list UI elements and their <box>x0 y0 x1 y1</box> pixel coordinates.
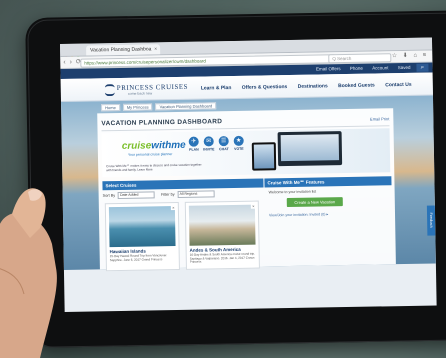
promo-description: Cruise With Me℠ makes it easy to discuss… <box>106 162 202 172</box>
nav-destinations[interactable]: Destinations <box>298 83 328 90</box>
tablet-illustration-screen <box>253 144 275 169</box>
plan-icon: ✈ <box>188 136 199 147</box>
hand <box>0 188 57 358</box>
breadcrumb-current: Vacation Planning Dashboard <box>155 102 217 111</box>
cruise-card-image[interactable] <box>108 206 176 248</box>
step-invite-label: INVITE <box>203 147 215 152</box>
feature-steps: ✈ PLAN ✉ INVITE ☰ CHAT ★ VOTE <box>188 135 248 156</box>
tablet-screen: Vacation Planning Dashboa × ‹ › ⟳ https:… <box>60 37 437 312</box>
nav-offers[interactable]: Offers & Questions <box>242 84 288 91</box>
breadcrumb-my-princess[interactable]: My Princess <box>122 103 153 111</box>
page-title: VACATION PLANNING DASHBOARD <box>101 118 223 128</box>
main-nav: Learn & Plan Offers & Questions Destinat… <box>201 82 421 92</box>
sort-select[interactable]: Date Added <box>118 191 156 200</box>
cruise-card[interactable]: × Hawaiian Islands 15-Day Hawaii Round T… <box>104 201 180 272</box>
dashboard-panel: VACATION PLANNING DASHBOARD Email Print … <box>97 108 396 272</box>
cruise-filters: Sort By Date Added Filter by All Regions <box>102 190 221 200</box>
create-vacation-button[interactable]: Create a New Vacation <box>286 197 343 208</box>
browser-toolbar-icons[interactable]: ☆ ⬇ ⌂ ≡ <box>392 52 429 60</box>
remove-card-icon[interactable]: × <box>170 205 176 211</box>
logo-word-cruise: cruise <box>121 140 152 152</box>
step-invite: ✉ INVITE <box>203 136 215 152</box>
laptop-illustration <box>277 131 343 167</box>
filter-select[interactable]: All Regions <box>177 190 215 198</box>
nav-contact[interactable]: Contact Us <box>385 82 412 88</box>
email-offers-link[interactable]: Email Offers <box>316 66 341 71</box>
view-invitations-link[interactable]: View/Join your invitation: Invited (0) ▸ <box>269 212 328 217</box>
logo-tagline: come back new <box>127 91 153 96</box>
nav-booked-guests[interactable]: Booked Guests <box>338 83 375 90</box>
cruise-card-image[interactable] <box>188 204 256 246</box>
vote-icon: ★ <box>233 135 244 146</box>
saved-link[interactable]: Saved <box>398 65 411 70</box>
cruise-card[interactable]: × Andes & South America 16-Day Andes & S… <box>184 200 260 270</box>
invite-icon: ✉ <box>203 136 214 147</box>
email-print-links[interactable]: Email Print <box>370 116 389 121</box>
feedback-tab[interactable]: Feedback <box>426 205 436 236</box>
features-heading: Cruise With Me℠ Features <box>264 176 392 188</box>
cruise-with-me-banner: cruisewithme Your personal cruise planne… <box>101 128 391 178</box>
step-plan-label: PLAN <box>189 147 199 152</box>
chat-icon: ☰ <box>218 136 229 147</box>
features-welcome-text: Welcome to your invitation list <box>268 189 317 195</box>
browser-tab-title: Vacation Planning Dashboa <box>90 46 152 54</box>
remove-card-icon[interactable]: × <box>250 203 256 209</box>
princess-wave-icon <box>104 84 115 97</box>
cruise-card-details: 16-Day Andes & South America cruise roun… <box>189 251 255 264</box>
step-vote-label: VOTE <box>234 146 244 151</box>
browser-tab[interactable]: Vacation Planning Dashboa × <box>86 44 161 56</box>
step-chat-label: CHAT <box>219 147 229 152</box>
account-link[interactable]: Account <box>372 65 388 70</box>
breadcrumb-home[interactable]: Home <box>101 103 120 112</box>
browser-search-field[interactable]: Q Search <box>328 53 392 64</box>
utility-links: Email Offers Phone Account Saved <box>308 65 411 72</box>
logo-subtitle: Your personal cruise planner <box>127 152 173 157</box>
sort-label: Sort By <box>102 193 116 198</box>
step-plan: ✈ PLAN <box>188 136 200 152</box>
phone-link[interactable]: Phone <box>350 66 363 71</box>
filter-label: Filter by <box>161 192 175 197</box>
tablet-illustration <box>251 142 277 171</box>
search-icon[interactable]: ⌕ <box>416 63 429 72</box>
nav-learn-plan[interactable]: Learn & Plan <box>201 85 232 92</box>
cruise-with-me-logo: cruisewithme <box>122 140 186 152</box>
tab-close-icon[interactable]: × <box>154 44 157 54</box>
select-cruises-heading: Select Cruises <box>102 178 264 191</box>
site-logo[interactable]: PRINCESS CRUISES <box>117 83 188 92</box>
step-chat: ☰ CHAT <box>218 136 230 151</box>
breadcrumb: Home My Princess Vacation Planning Dashboa… <box>101 102 219 112</box>
laptop-illustration-screen <box>280 134 340 162</box>
logo-word-withme: withme <box>151 139 186 152</box>
step-vote: ★ VOTE <box>233 135 245 151</box>
cruise-card-details: 15-Day Hawaii Round Trip from Vancouver.… <box>109 253 168 262</box>
hero-background: Home My Princess Vacation Planning Dashboa… <box>61 95 436 272</box>
